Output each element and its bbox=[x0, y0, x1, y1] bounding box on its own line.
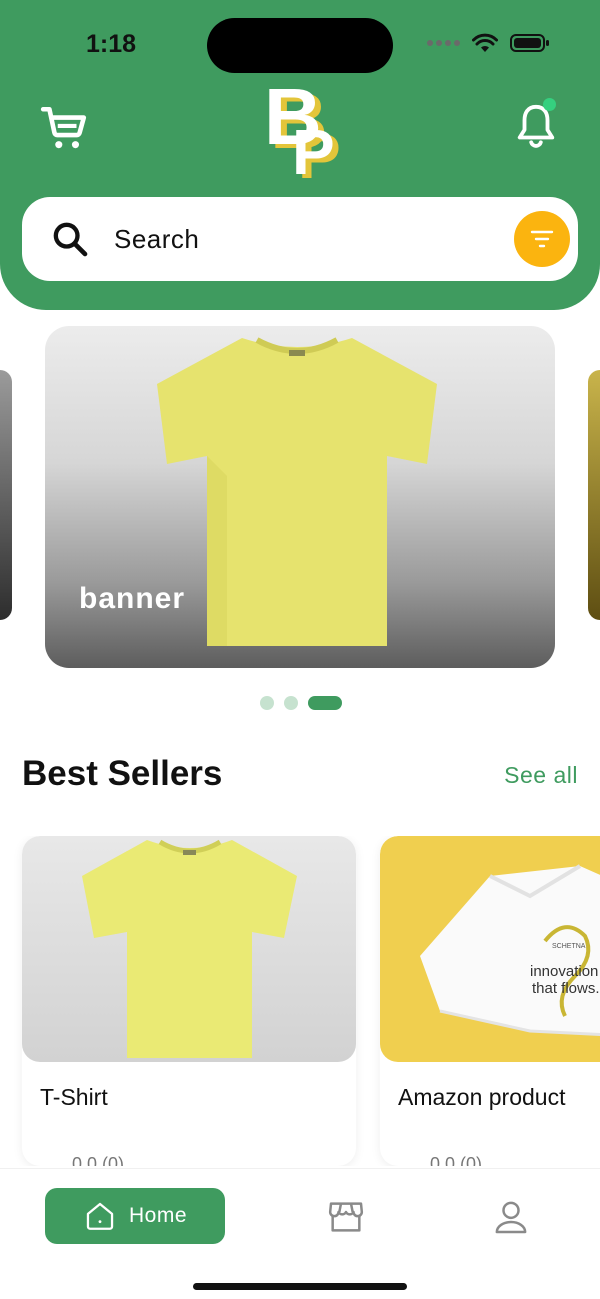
product-image bbox=[22, 836, 356, 1062]
svg-text:SCHETNA: SCHETNA bbox=[552, 943, 586, 950]
best-sellers-title: Best Sellers bbox=[22, 754, 223, 793]
battery-icon bbox=[510, 34, 549, 52]
svg-text:P: P bbox=[292, 116, 335, 184]
carousel-dot[interactable] bbox=[284, 696, 298, 710]
product-name: Amazon product bbox=[398, 1084, 566, 1110]
carousel-indicator bbox=[0, 696, 600, 712]
home-indicator bbox=[193, 1283, 407, 1290]
carousel-dot-active[interactable] bbox=[308, 696, 342, 710]
notifications-button[interactable] bbox=[510, 98, 562, 154]
product-image: innovation that flows. SCHETNA bbox=[380, 836, 600, 1062]
carousel-dot[interactable] bbox=[260, 696, 274, 710]
signal-icon bbox=[427, 40, 460, 46]
notification-badge bbox=[543, 98, 556, 111]
bottom-navigation: Home bbox=[0, 1168, 600, 1299]
product-name: T-Shirt bbox=[40, 1084, 108, 1110]
brand-logo: B P B P bbox=[264, 76, 341, 184]
product-rating: 0.0 (0) bbox=[72, 1154, 125, 1166]
printed-tshirt-image: innovation that flows. SCHETNA bbox=[420, 864, 600, 1037]
search-bar[interactable] bbox=[22, 197, 578, 281]
profile-icon[interactable] bbox=[491, 1197, 531, 1237]
home-icon bbox=[86, 1202, 114, 1230]
wifi-icon bbox=[472, 33, 498, 52]
product-card[interactable]: T-Shirt 0.0 (0) bbox=[22, 836, 356, 1166]
product-rating: 0.0 (0) bbox=[430, 1154, 483, 1166]
svg-text:that flows.: that flows. bbox=[532, 980, 600, 997]
cart-button[interactable] bbox=[36, 100, 92, 156]
product-card[interactable]: innovation that flows. SCHETNA Amazon pr… bbox=[380, 836, 600, 1166]
next-banner-peek[interactable] bbox=[588, 370, 600, 620]
previous-banner-peek[interactable] bbox=[0, 370, 12, 620]
status-icons bbox=[426, 33, 550, 53]
banner-card[interactable]: banner bbox=[45, 326, 555, 668]
cart-icon bbox=[40, 106, 87, 149]
see-all-link[interactable]: See all bbox=[504, 762, 578, 789]
search-icon bbox=[53, 222, 88, 257]
dynamic-island bbox=[207, 18, 393, 73]
status-time: 1:18 bbox=[86, 30, 137, 58]
filter-button[interactable] bbox=[514, 211, 570, 267]
search-input[interactable] bbox=[114, 217, 494, 261]
best-sellers-list: T-Shirt 0.0 (0) innovation that flows. S… bbox=[0, 836, 600, 1166]
tshirt-image bbox=[82, 839, 297, 1058]
banner-carousel[interactable]: banner bbox=[0, 326, 600, 668]
svg-text:innovation: innovation bbox=[530, 963, 598, 980]
nav-home-tab[interactable]: Home bbox=[45, 1188, 225, 1244]
banner-title: banner bbox=[79, 582, 186, 615]
filter-icon bbox=[530, 230, 554, 248]
nav-home-label: Home bbox=[128, 1204, 188, 1227]
store-icon[interactable] bbox=[326, 1197, 366, 1237]
app-header: 1:18 B P B P Search bbox=[0, 0, 600, 310]
